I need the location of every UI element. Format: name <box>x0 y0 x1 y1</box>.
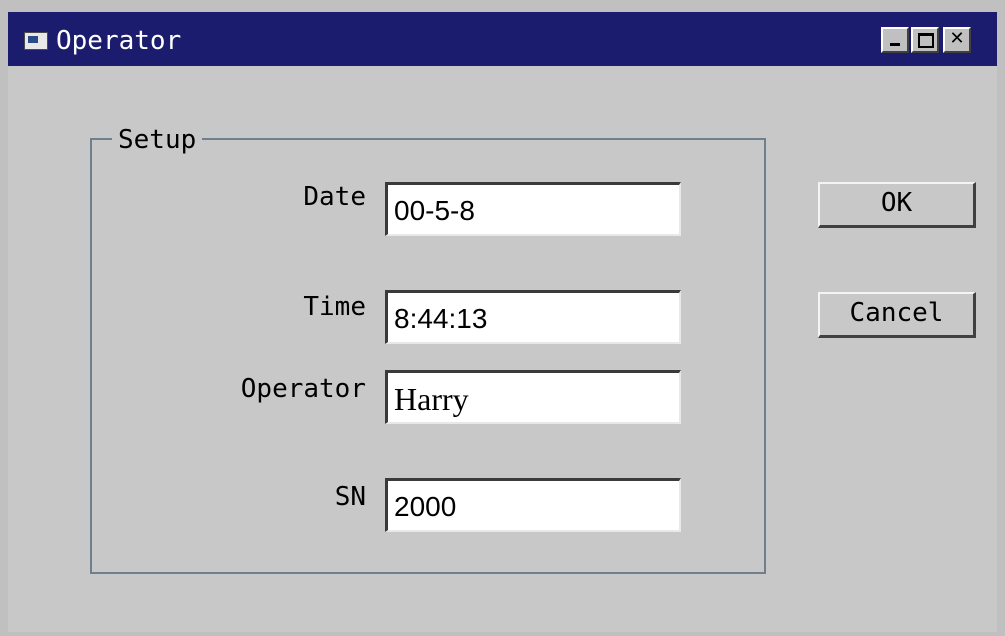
time-label: Time <box>303 292 366 322</box>
close-icon: ✕ <box>949 28 965 49</box>
title-bar[interactable]: Operator ✕ <box>8 12 997 66</box>
date-label: Date <box>303 182 366 212</box>
time-field[interactable]: 8:44:13 <box>385 290 681 344</box>
minimize-button[interactable] <box>881 27 909 53</box>
sn-label: SN <box>334 482 366 512</box>
date-field[interactable]: 00-5-8 <box>385 182 681 236</box>
window-title: Operator <box>56 26 182 56</box>
operator-label: Operator <box>240 374 366 404</box>
maximize-button[interactable] <box>911 27 939 53</box>
operator-field[interactable]: Harry <box>385 370 681 424</box>
sn-field[interactable]: 2000 <box>385 478 681 532</box>
ok-button[interactable]: OK <box>818 182 976 228</box>
close-button[interactable]: ✕ <box>943 27 971 53</box>
setup-group-label: Setup <box>112 125 203 155</box>
app-icon <box>24 32 48 50</box>
cancel-button[interactable]: Cancel <box>818 292 976 338</box>
